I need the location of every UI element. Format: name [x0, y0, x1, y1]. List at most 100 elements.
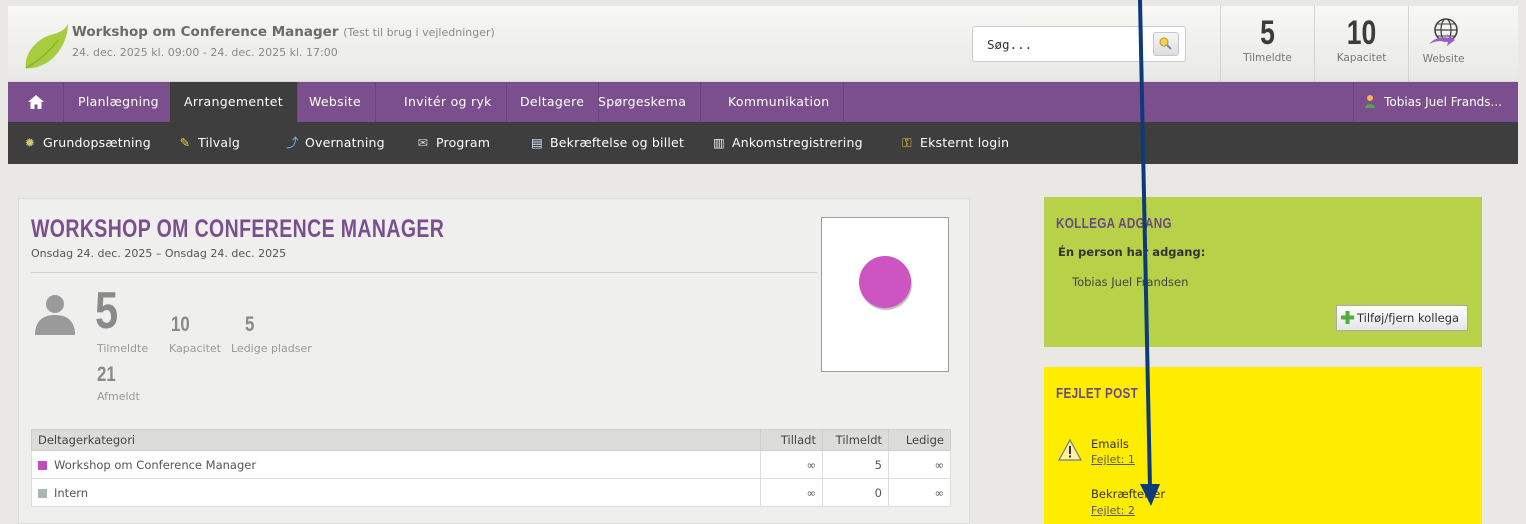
col-free: Ledige — [888, 429, 951, 451]
stat-capacity-value: 10 — [1346, 14, 1377, 52]
sub-nav: ✹ Grundopsætning ✎ Tilvalg ⤴ Overnatning ✉ P… — [8, 122, 1518, 164]
capacity-label: Kapacitet — [169, 342, 221, 355]
nav-kommunikation[interactable]: Kommunikation — [714, 82, 845, 122]
user-menu[interactable]: Tobias Juel Frands... — [1353, 82, 1518, 122]
subnav-label: Overnatning — [305, 135, 385, 150]
registered-count: 5 — [95, 282, 119, 340]
failed-emails-label: Emails — [1091, 437, 1129, 451]
search-box — [972, 26, 1186, 62]
category-name: Intern — [54, 485, 89, 500]
gear-icon: ✹ — [24, 135, 36, 150]
registered-cell: 5 — [822, 450, 889, 479]
subnav-label: Tilvalg — [198, 135, 241, 150]
user-name: Tobias Juel Frands... — [1384, 95, 1502, 109]
category-name-cell: Workshop om Conference Manager — [31, 450, 761, 479]
colleague-name: Tobias Juel Frandsen — [1072, 275, 1189, 289]
person-icon — [35, 295, 75, 335]
pencil-icon: ✎ — [179, 135, 191, 150]
category-name: Workshop om Conference Manager — [54, 457, 257, 472]
free-label: Ledige pladser — [231, 342, 312, 355]
nav-arrangementet[interactable]: Arrangementet — [170, 82, 298, 122]
main-nav: Planlægning Arrangementet Website Invité… — [8, 82, 1518, 122]
document-icon: ▤ — [531, 135, 544, 150]
subnav-label: Bekræftelse og billet — [550, 135, 685, 150]
search-button[interactable] — [1153, 32, 1179, 56]
subnav-label: Ankomstregistrering — [732, 135, 863, 150]
subnav-label: Eksternt login — [920, 135, 1010, 150]
registered-cell: 0 — [822, 478, 889, 507]
allowed-cell: ∞ — [760, 450, 823, 479]
stat-capacity[interactable]: 10 Kapacitet — [1314, 6, 1408, 82]
event-title[interactable]: Workshop om Conference Manager (Test til… — [72, 24, 495, 40]
category-name-cell: Intern — [31, 478, 761, 507]
event-title-text[interactable]: Workshop om Conference Manager — [72, 24, 339, 40]
category-table: Deltagerkategori Tilladt Tilmeldt Ledige… — [31, 429, 951, 507]
allowed-cell: ∞ — [760, 478, 823, 507]
subnav-ankomstregistrering[interactable]: ▥ Ankomstregistrering — [713, 122, 863, 164]
event-dates: 24. dec. 2025 kl. 09:00 - 24. dec. 2025 … — [72, 46, 338, 59]
failed-post-title: FEJLET POST — [1056, 385, 1139, 402]
logo-leaf-icon — [25, 24, 68, 69]
failed-confirmations-label: Bekræftelser — [1091, 487, 1166, 501]
nav-website[interactable]: Website — [295, 82, 376, 122]
subnav-label: Grundopsætning — [43, 135, 151, 150]
event-heading: WORKSHOP OM CONFERENCE MANAGER — [31, 215, 445, 243]
stat-registered[interactable]: 5 Tilmeldte — [1220, 6, 1314, 82]
cancelled-count: 21 — [97, 363, 116, 386]
event-date-range: Onsdag 24. dec. 2025 – Onsdag 24. dec. 2… — [31, 247, 287, 260]
barcode-icon: ▥ — [713, 135, 726, 150]
table-row[interactable]: Intern ∞ 0 ∞ — [31, 478, 951, 507]
table-header-row: Deltagerkategori Tilladt Tilmeldt Ledige — [31, 429, 951, 451]
search-input[interactable] — [973, 27, 1143, 61]
event-preview-image[interactable] — [821, 217, 949, 372]
plus-icon — [1341, 311, 1354, 324]
event-color-dot — [859, 256, 911, 308]
divider — [31, 272, 817, 273]
subnav-overnatning[interactable]: ⤴ Overnatning — [286, 122, 385, 164]
bed-icon: ⤴ — [286, 135, 299, 150]
registered-label: Tilmeldte — [97, 342, 149, 355]
subnav-program[interactable]: ✉ Program — [417, 122, 490, 164]
capacity-count: 10 — [171, 313, 190, 336]
nav-home[interactable] — [8, 82, 64, 122]
event-overview-panel: WORKSHOP OM CONFERENCE MANAGER Onsdag 24… — [18, 198, 970, 524]
add-remove-colleague-button[interactable]: Tilføj/fjern kollega — [1336, 305, 1468, 331]
website-label: Website — [1422, 53, 1465, 65]
free-count: 5 — [245, 313, 255, 336]
col-allowed: Tilladt — [760, 429, 823, 451]
cancelled-label: Afmeldt — [97, 390, 140, 403]
subnav-bekraeftelse[interactable]: ▤ Bekræftelse og billet — [531, 122, 684, 164]
program-icon: ✉ — [417, 135, 429, 150]
colleague-access-box: KOLLEGA ADGANG Én person har adgang: Tob… — [1044, 197, 1482, 347]
subnav-tilvalg[interactable]: ✎ Tilvalg — [179, 122, 240, 164]
free-cell: ∞ — [888, 450, 951, 479]
warning-icon — [1058, 439, 1082, 461]
category-color-swatch — [38, 488, 47, 498]
subnav-eksternt-login[interactable]: ⚿ Eksternt login — [901, 122, 1009, 164]
col-category: Deltagerkategori — [31, 429, 761, 451]
colleague-access-subtitle: Én person har adgang: — [1058, 245, 1206, 259]
nav-spoergeskema[interactable]: Spørgeskema — [584, 82, 702, 122]
nav-planlaegning[interactable]: Planlægning — [64, 82, 174, 122]
category-color-swatch — [38, 460, 47, 470]
stat-registered-label: Tilmeldte — [1243, 52, 1292, 64]
col-registered: Tilmeldt — [822, 429, 889, 451]
failed-emails-link[interactable]: Fejlet: 1 — [1091, 453, 1135, 466]
colleague-access-title: KOLLEGA ADGANG — [1056, 215, 1172, 232]
failed-confirmations-link[interactable]: Fejlet: 2 — [1091, 504, 1135, 517]
user-icon — [1365, 95, 1376, 108]
key-icon: ⚿ — [902, 135, 912, 150]
table-row[interactable]: Workshop om Conference Manager ∞ 5 ∞ — [31, 450, 951, 479]
home-icon — [27, 95, 44, 109]
free-cell: ∞ — [888, 478, 951, 507]
add-remove-colleague-label: Tilføj/fjern kollega — [1357, 311, 1460, 325]
website-link[interactable]: Website — [1408, 6, 1478, 82]
search-icon — [1159, 37, 1172, 50]
subnav-grundopsaetning[interactable]: ✹ Grundopsætning — [24, 122, 151, 164]
nav-inviter-og-ryk[interactable]: Invitér og ryk — [390, 82, 507, 122]
event-header: Workshop om Conference Manager (Test til… — [8, 6, 1518, 82]
subnav-label: Program — [436, 135, 491, 150]
failed-post-box: FEJLET POST Emails Fejlet: 1 Bekræftelse… — [1044, 367, 1482, 524]
stat-capacity-label: Kapacitet — [1336, 52, 1387, 64]
globe-icon — [1428, 18, 1458, 46]
